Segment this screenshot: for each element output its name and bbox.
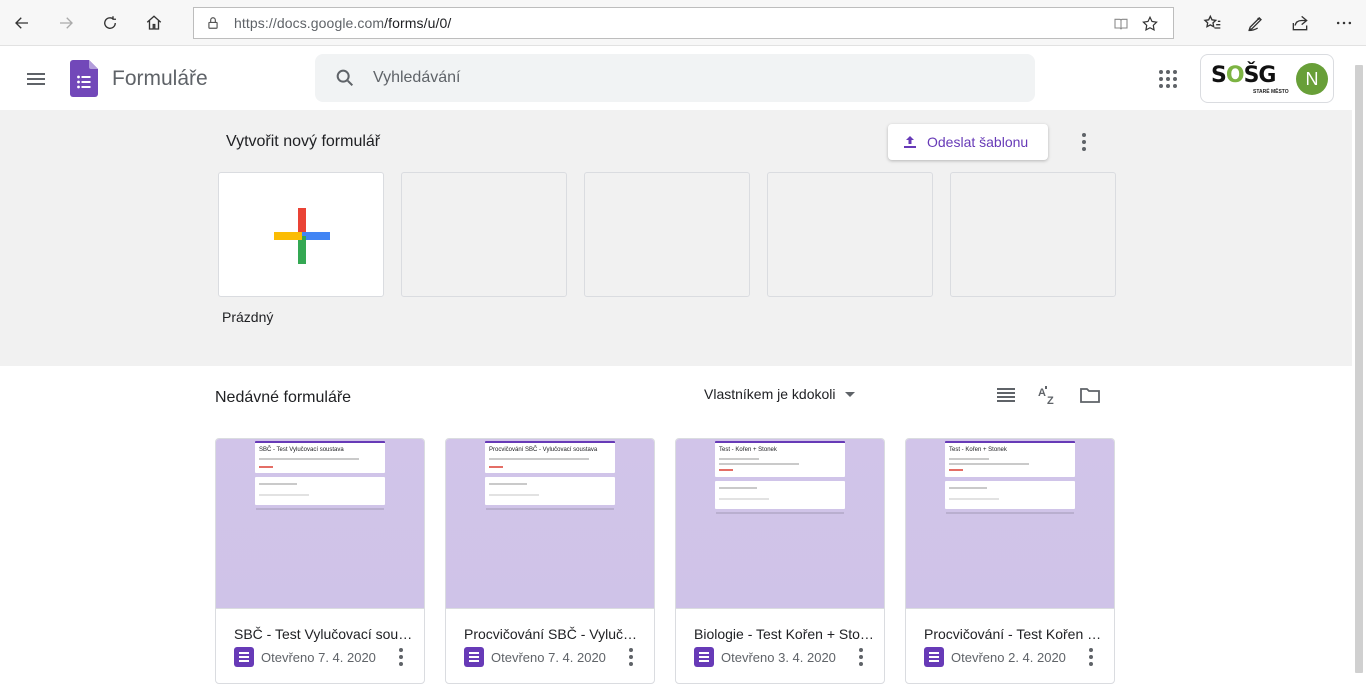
form-opened-date: Otevřeno 3. 4. 2020 [721,650,836,665]
thumbnail-question-sheet [715,481,845,509]
svg-text:Z: Z [1047,395,1054,406]
forms-file-icon [464,647,484,667]
template-card-placeholder[interactable] [584,172,750,297]
form-thumbnail: Test - Kořen + Stonek [906,439,1114,609]
owner-filter-label: Vlastníkem je kdokoli [704,386,836,402]
submit-template-button[interactable]: Odeslat šablonu [888,124,1048,160]
thumbnail-title: SBČ - Test Vylučovací soustava [259,447,344,453]
share-icon[interactable] [1290,13,1310,33]
form-thumbnail: SBČ - Test Vylučovací soustava [216,439,424,609]
blank-template-card[interactable] [218,172,384,297]
forward-icon[interactable] [52,9,80,37]
refresh-icon[interactable] [96,9,124,37]
template-gallery-title: Vytvořit nový formulář [226,133,381,150]
form-name[interactable]: Procvičování SBČ - Vylučovací soustava [464,626,644,642]
plus-icon [274,208,330,264]
template-card-placeholder[interactable] [950,172,1116,297]
list-view-icon[interactable] [995,384,1017,406]
search-icon[interactable] [334,67,356,89]
recent-form-card[interactable]: SBČ - Test Vylučovací soustava SBČ - Tes… [215,438,425,684]
form-more-icon[interactable] [626,647,636,667]
folder-icon[interactable] [1079,384,1101,406]
thumbnail-question-sheet [485,477,615,505]
pen-icon[interactable] [1246,13,1266,33]
form-name[interactable]: Biologie - Test Kořen + Stonek [694,626,874,642]
thumbnail-header-sheet: Test - Kořen + Stonek [945,441,1075,477]
page-scrollbar[interactable] [1352,47,1366,693]
recent-form-card[interactable]: Test - Kořen + Stonek Procvičování - Tes… [905,438,1115,684]
scrollbar-thumb[interactable] [1355,65,1363,673]
address-bar[interactable]: https://docs.google.com/forms/u/0/ [193,7,1174,39]
sort-az-icon[interactable]: A Z [1037,384,1059,406]
thumbnail-header-sheet: Procvičování SBČ - Vylučovací soustava [485,441,615,473]
search-bar[interactable] [315,54,1035,102]
thumbnail-title: Test - Kořen + Stonek [719,447,777,453]
form-more-icon[interactable] [1086,647,1096,667]
svg-text:A: A [1038,387,1046,399]
more-icon[interactable] [1334,13,1354,33]
owner-filter-dropdown[interactable]: Vlastníkem je kdokoli [704,386,855,402]
forms-file-icon [924,647,944,667]
template-more-icon[interactable] [1074,130,1094,154]
reading-view-icon[interactable] [1113,16,1129,32]
search-input[interactable] [373,69,973,87]
recent-form-card[interactable]: Procvičování SBČ - Vylučovací soustava P… [445,438,655,684]
back-icon[interactable] [8,9,36,37]
thumbnail-question-sheet [255,477,385,505]
form-more-icon[interactable] [856,647,866,667]
thumbnail-title: Test - Kořen + Stonek [949,447,1007,453]
favorites-icon[interactable] [1202,13,1222,33]
forms-file-icon [234,647,254,667]
thumbnail-header-sheet: Test - Kořen + Stonek [715,441,845,477]
app-title[interactable]: Formuláře [112,67,208,91]
home-icon[interactable] [140,9,168,37]
thumbnail-title: Procvičování SBČ - Vylučovací soustava [489,447,598,453]
form-thumbnail: Procvičování SBČ - Vylučovací soustava [446,439,654,609]
url-text: https://docs.google.com/forms/u/0/ [234,15,452,31]
thumbnail-header-sheet: SBČ - Test Vylučovací soustava [255,441,385,473]
submit-template-label: Odeslat šablonu [927,134,1029,150]
form-name[interactable]: SBČ - Test Vylučovací soustava [234,626,414,642]
upload-icon [904,136,916,148]
caret-down-icon [844,392,855,397]
org-logo: SOŠG [1211,63,1276,88]
forms-file-icon [694,647,714,667]
form-opened-date: Otevřeno 7. 4. 2020 [261,650,376,665]
blank-template-label[interactable]: Prázdný [222,309,273,325]
template-card-placeholder[interactable] [401,172,567,297]
recent-forms-title: Nedávné formuláře [215,389,352,406]
star-icon[interactable] [1141,15,1159,33]
template-card-placeholder[interactable] [767,172,933,297]
form-opened-date: Otevřeno 7. 4. 2020 [491,650,606,665]
thumbnail-question-sheet [945,481,1075,509]
recent-form-card[interactable]: Test - Kořen + Stonek Biologie - Test Ko… [675,438,885,684]
form-name[interactable]: Procvičování - Test Kořen + Stonek [924,626,1104,642]
account-switcher[interactable]: SOŠG STARÉ MĚSTO N [1200,54,1334,103]
form-more-icon[interactable] [396,647,406,667]
lock-icon [208,17,218,29]
avatar[interactable]: N [1296,63,1328,95]
org-logo-subtitle: STARÉ MĚSTO [1253,89,1289,95]
form-thumbnail: Test - Kořen + Stonek [676,439,884,609]
hamburger-menu-icon[interactable] [24,67,48,91]
google-apps-icon[interactable] [1156,67,1180,91]
app-header: Formuláře SOŠG STARÉ MĚSTO N [0,47,1352,110]
browser-toolbar: https://docs.google.com/forms/u/0/ [0,0,1366,46]
form-opened-date: Otevřeno 2. 4. 2020 [951,650,1066,665]
forms-logo-icon[interactable] [70,60,98,97]
template-gallery: Vytvořit nový formulář Odeslat šablonu P… [0,110,1352,366]
